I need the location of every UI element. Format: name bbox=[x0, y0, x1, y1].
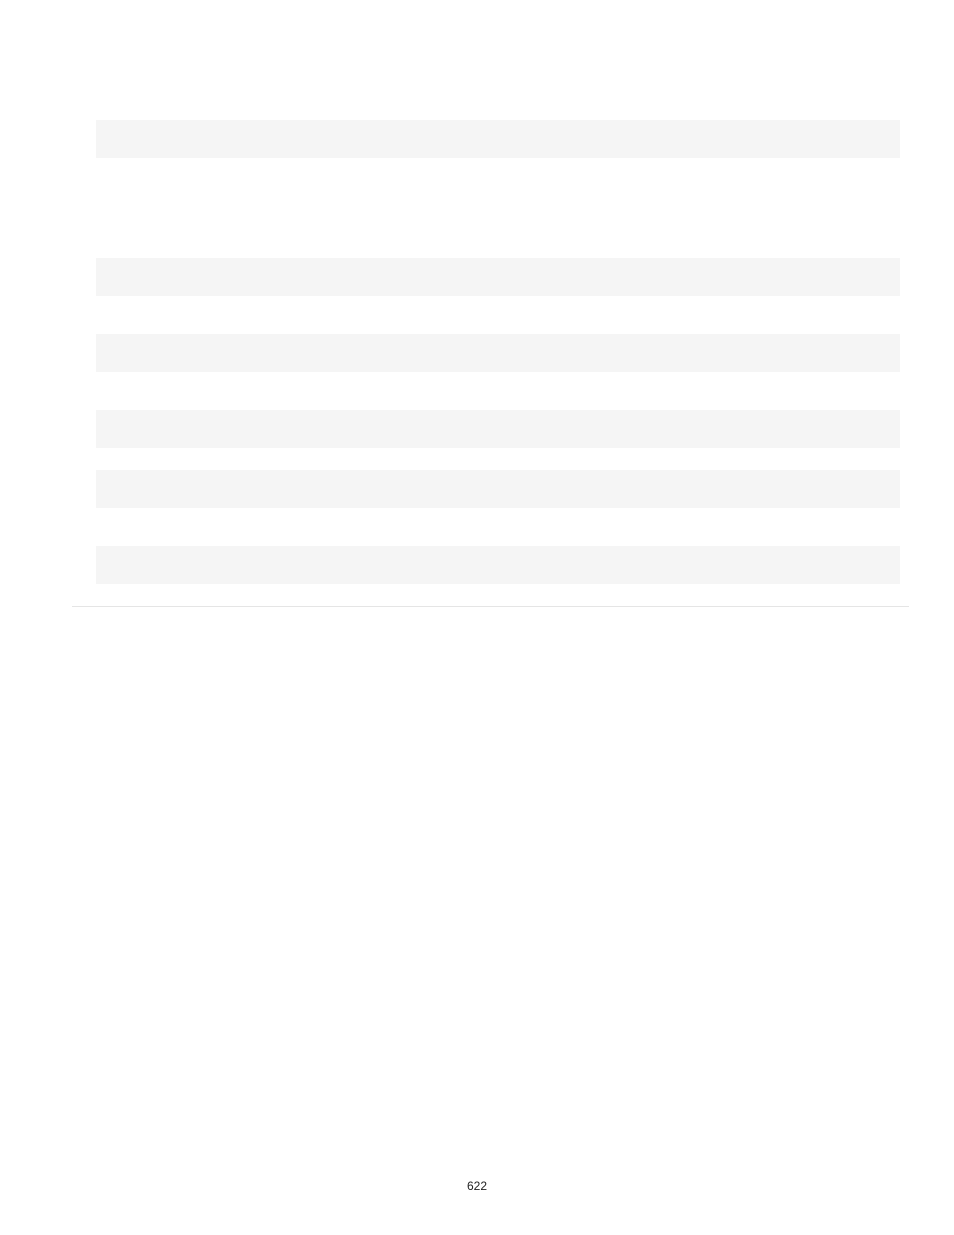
spacer bbox=[96, 158, 900, 258]
spacer bbox=[96, 372, 900, 410]
redacted-bar bbox=[96, 258, 900, 296]
redacted-bar bbox=[96, 546, 900, 584]
redacted-bar bbox=[96, 120, 900, 158]
page-number: 622 bbox=[0, 1179, 954, 1193]
redacted-block-container bbox=[96, 120, 900, 584]
redacted-bar bbox=[96, 470, 900, 508]
spacer bbox=[96, 448, 900, 470]
horizontal-divider bbox=[72, 606, 909, 607]
spacer bbox=[96, 508, 900, 546]
redacted-bar bbox=[96, 410, 900, 448]
spacer bbox=[96, 296, 900, 334]
redacted-bar bbox=[96, 334, 900, 372]
